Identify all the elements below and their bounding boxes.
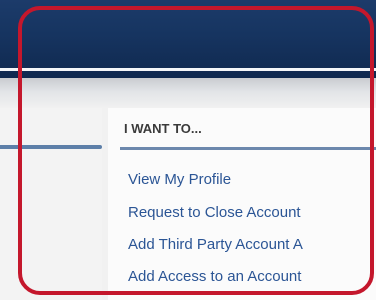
highlight-annotation-frame — [18, 6, 374, 295]
